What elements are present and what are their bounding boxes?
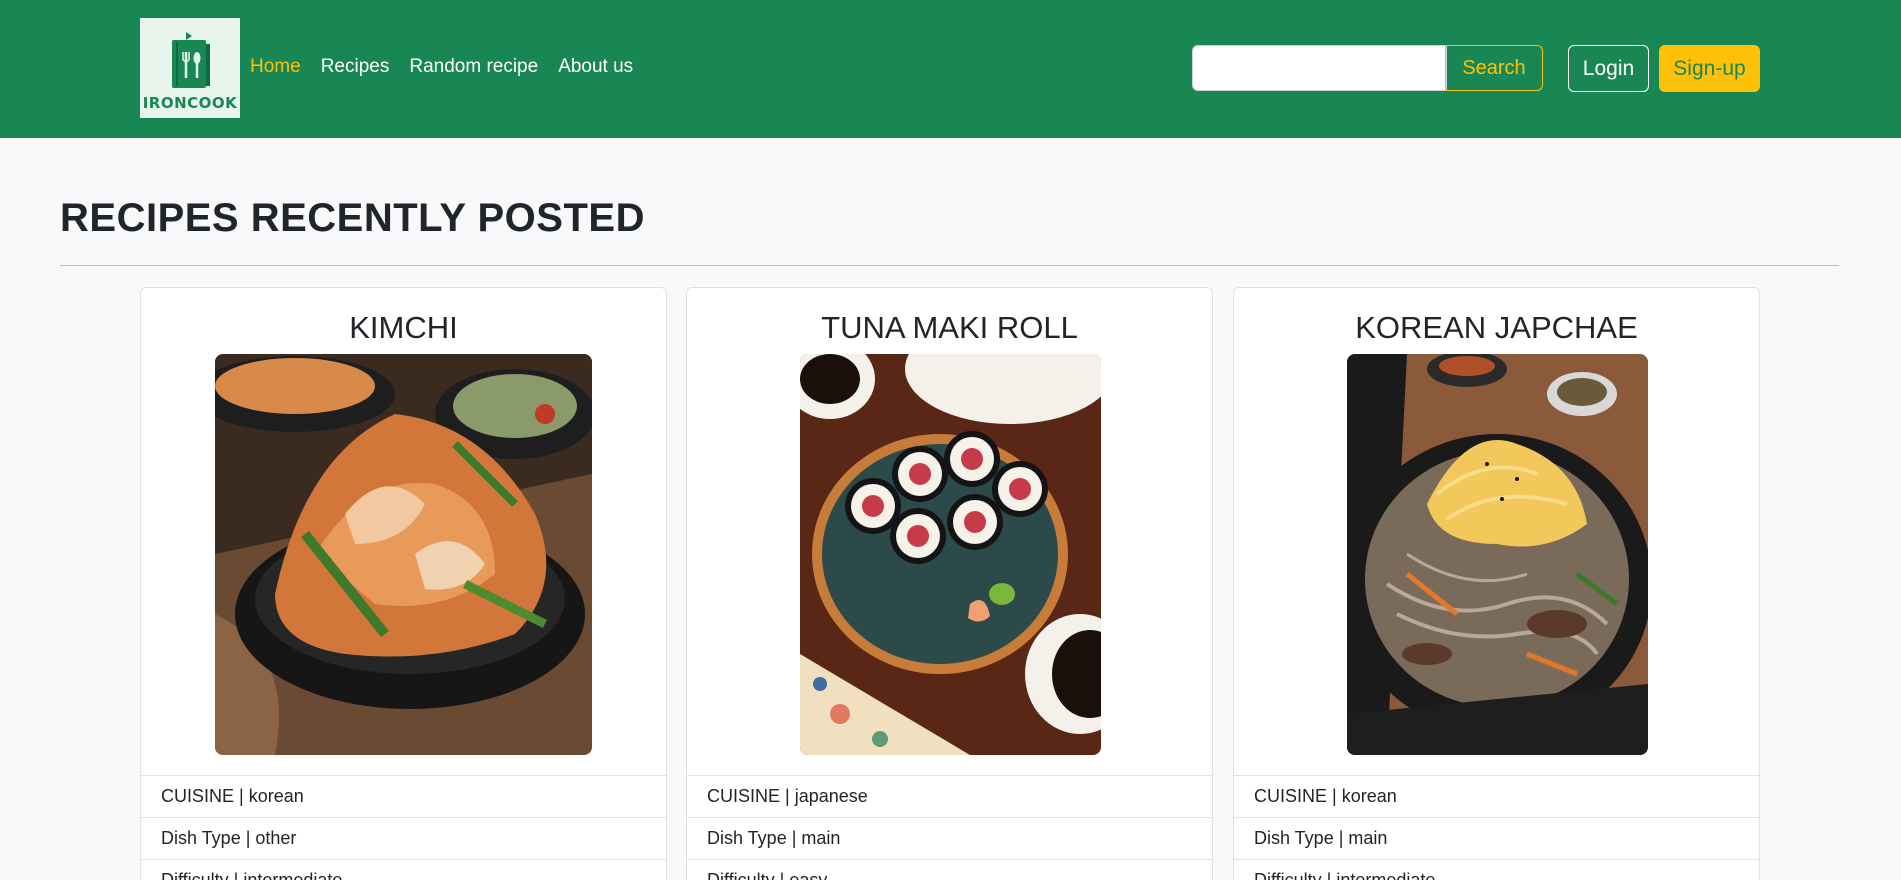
recipe-difficulty: Difficulty | easy bbox=[687, 859, 1212, 880]
recipe-photo-kimchi[interactable] bbox=[215, 354, 592, 755]
signup-button[interactable]: Sign-up bbox=[1659, 45, 1760, 92]
recipe-cuisine: CUISINE | korean bbox=[141, 775, 666, 817]
nav-home[interactable]: Home bbox=[250, 56, 301, 78]
nav-about-us[interactable]: About us bbox=[558, 56, 633, 78]
recipe-difficulty: Difficulty | intermediate bbox=[141, 859, 666, 880]
recipe-card[interactable]: KIMCHI CUISINE | korean Dish Type | othe… bbox=[140, 287, 667, 880]
recipe-dish-type: Dish Type | main bbox=[1234, 817, 1759, 859]
recipe-dish-type: Dish Type | main bbox=[687, 817, 1212, 859]
nav-recipes[interactable]: Recipes bbox=[321, 56, 390, 78]
cookbook-icon bbox=[172, 32, 210, 88]
recipe-dish-type: Dish Type | other bbox=[141, 817, 666, 859]
ironcook-logo[interactable]: IRONCOOK bbox=[140, 18, 240, 118]
title-divider bbox=[60, 265, 1839, 266]
recipe-card[interactable]: KOREAN JAPCHAE CUISINE | korean Dish Typ… bbox=[1233, 287, 1760, 880]
recipe-photo-tuna-maki[interactable] bbox=[800, 354, 1101, 755]
recipe-details: CUISINE | korean Dish Type | main Diffic… bbox=[1234, 775, 1759, 880]
recipe-photo-japchae[interactable] bbox=[1347, 354, 1648, 755]
navbar: IRONCOOK Home Recipes Random recipe Abou… bbox=[0, 0, 1901, 138]
search-input[interactable] bbox=[1192, 45, 1447, 91]
main-nav: Home Recipes Random recipe About us bbox=[250, 56, 653, 78]
recipe-title[interactable]: KOREAN JAPCHAE bbox=[1234, 310, 1759, 346]
logo-text: IRONCOOK bbox=[142, 94, 238, 112]
recipe-title[interactable]: KIMCHI bbox=[141, 310, 666, 346]
login-button[interactable]: Login bbox=[1568, 45, 1649, 92]
recipe-cuisine: CUISINE | japanese bbox=[687, 775, 1212, 817]
page-title: RECIPES RECENTLY POSTED bbox=[60, 196, 645, 240]
recipe-details: CUISINE | korean Dish Type | other Diffi… bbox=[141, 775, 666, 880]
search-button[interactable]: Search bbox=[1445, 45, 1543, 91]
recipe-title[interactable]: TUNA MAKI ROLL bbox=[687, 310, 1212, 346]
recipe-card[interactable]: TUNA MAKI ROLL CUISINE | japanese Dish T… bbox=[686, 287, 1213, 880]
recipe-details: CUISINE | japanese Dish Type | main Diff… bbox=[687, 775, 1212, 880]
nav-random-recipe[interactable]: Random recipe bbox=[409, 56, 538, 78]
recipe-difficulty: Difficulty | intermediate bbox=[1234, 859, 1759, 880]
recipe-cuisine: CUISINE | korean bbox=[1234, 775, 1759, 817]
